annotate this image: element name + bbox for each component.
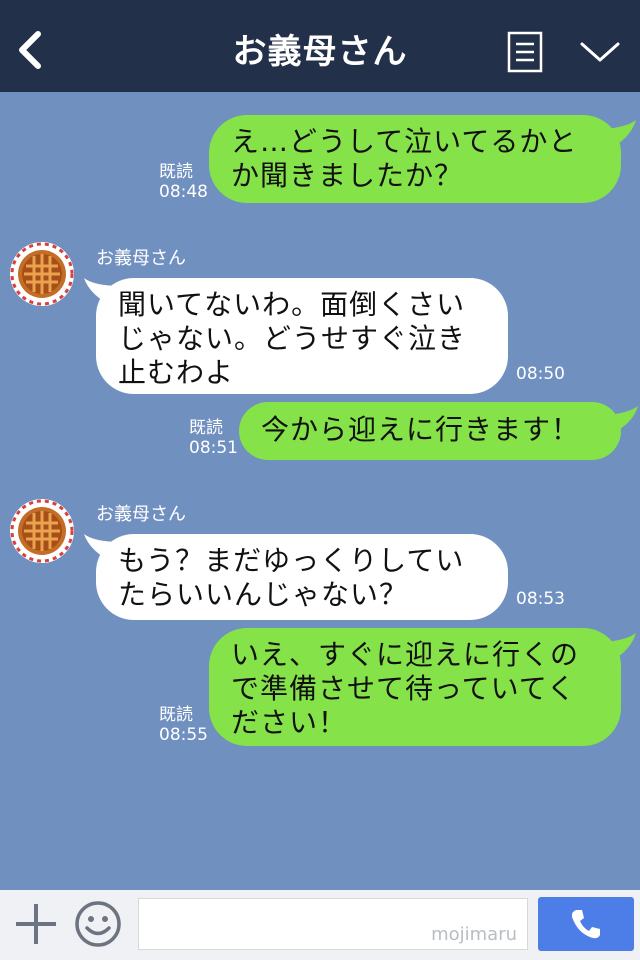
- chevron-down-icon: [580, 42, 620, 62]
- read-label: 既読: [159, 705, 193, 725]
- message-time: 08:53: [516, 589, 565, 609]
- expand-button[interactable]: [578, 38, 622, 68]
- message-time: 08:55: [159, 725, 208, 745]
- message-time: 08:48: [159, 182, 208, 202]
- sender-name: お義母さん: [96, 248, 186, 269]
- read-receipt: 既読 08:51: [189, 418, 238, 458]
- message-time: 08:51: [189, 438, 238, 458]
- message-input[interactable]: mojimaru: [138, 898, 528, 950]
- watermark-text: mojimaru: [431, 924, 517, 945]
- read-label: 既読: [189, 418, 223, 438]
- sticker-button[interactable]: [74, 900, 122, 948]
- message-bubble[interactable]: いえ、すぐに迎えに行くの で準備させて待っていてく ださい！: [209, 628, 621, 746]
- phone-icon: [571, 910, 600, 939]
- pie-avatar-icon: [10, 242, 74, 306]
- message-bubble[interactable]: 聞いてないわ。面倒くさい じゃない。どうせすぐ泣き 止むわよ: [96, 278, 508, 394]
- add-button[interactable]: [14, 902, 58, 946]
- chat-header: お義母さん: [0, 0, 640, 92]
- pie-avatar-icon: [10, 499, 74, 563]
- message-bubble[interactable]: え…どうして泣いてるかと か聞きましたか？: [209, 115, 621, 203]
- chat-title: お義母さん: [232, 32, 408, 72]
- call-button[interactable]: [538, 897, 634, 951]
- message-time: 08:50: [516, 364, 565, 384]
- smiley-icon: [75, 901, 121, 947]
- menu-button[interactable]: [507, 31, 543, 73]
- message-bubble[interactable]: もう？まだゆっくりしてい たらいいんじゃない？: [96, 534, 508, 620]
- plus-icon: [16, 904, 56, 944]
- sender-name: お義母さん: [96, 504, 186, 525]
- message-list[interactable]: 既読 08:48 え…どうして泣いてるかと か聞きましたか？ お義母さん 聞いて…: [0, 92, 640, 890]
- read-label: 既読: [159, 162, 193, 182]
- read-receipt: 既読 08:48: [159, 162, 208, 202]
- avatar[interactable]: [10, 499, 74, 563]
- message-bubble[interactable]: 今から迎えに行きます！: [239, 402, 621, 460]
- menu-icon: [507, 31, 543, 73]
- read-receipt: 既読 08:55: [159, 705, 208, 745]
- avatar[interactable]: [10, 242, 74, 306]
